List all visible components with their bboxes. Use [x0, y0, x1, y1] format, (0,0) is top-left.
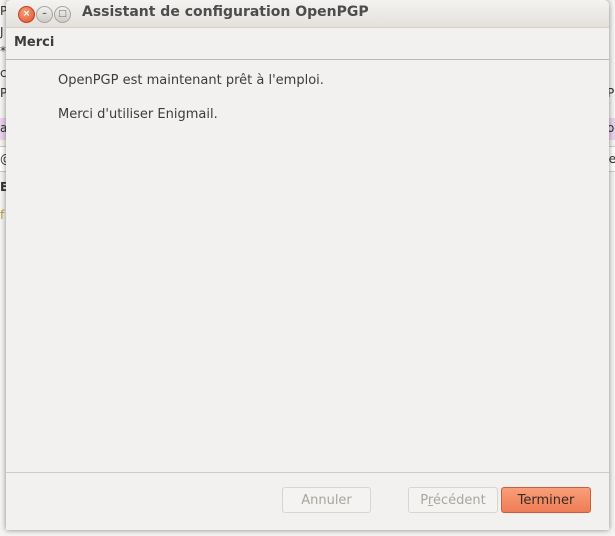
previous-button[interactable]: Précédent: [408, 487, 498, 513]
window-title: Assistant de configuration OpenPGP: [82, 4, 369, 20]
maximize-icon[interactable]: □: [54, 6, 71, 23]
close-icon[interactable]: ×: [18, 6, 35, 23]
page-content: OpenPGP est maintenant prêt à l'emploi. …: [6, 60, 609, 470]
page-title: Merci: [14, 35, 55, 50]
bg-fragment: f: [0, 208, 5, 222]
cancel-button[interactable]: Annuler: [282, 487, 371, 513]
footer-divider: [6, 472, 609, 473]
wizard-dialog: × – □ Assistant de configuration OpenPGP…: [6, 0, 609, 530]
bg-fragment: J: [0, 25, 4, 39]
previous-label-rest: écédent: [432, 493, 486, 508]
previous-label-prefix: P: [420, 493, 428, 508]
page-header: Merci: [6, 28, 609, 60]
titlebar: × – □ Assistant de configuration OpenPGP: [6, 0, 609, 28]
thanks-message: Merci d'utiliser Enigmail.: [58, 107, 218, 122]
finish-button[interactable]: Terminer: [501, 487, 591, 513]
ready-message: OpenPGP est maintenant prêt à l'emploi.: [58, 73, 324, 88]
minimize-icon[interactable]: –: [36, 6, 53, 23]
